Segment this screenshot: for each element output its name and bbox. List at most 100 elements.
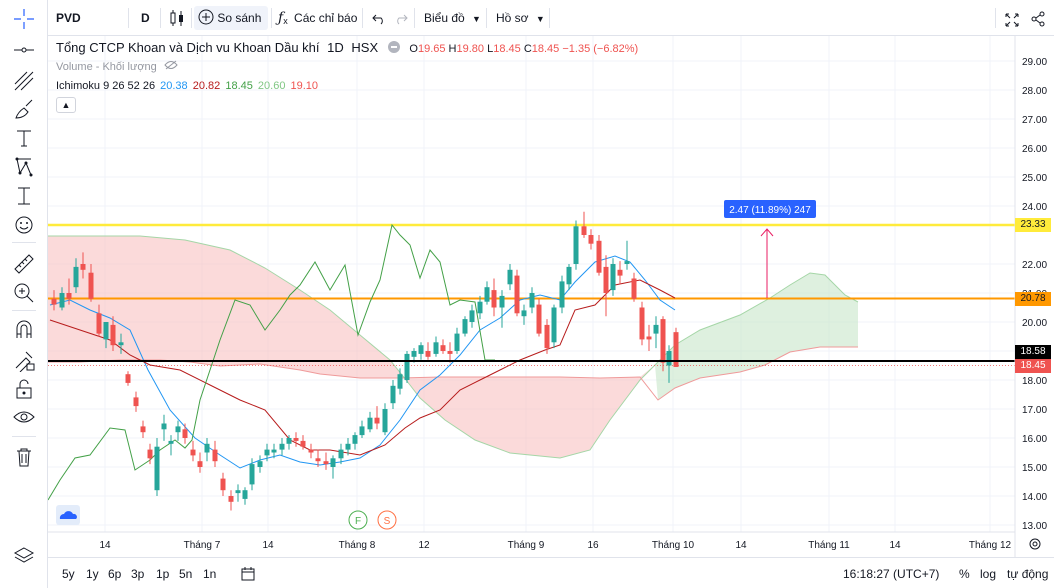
price-tick-label: 25.00 bbox=[1022, 173, 1047, 184]
candle bbox=[418, 342, 424, 360]
candle bbox=[440, 339, 446, 354]
candle bbox=[125, 371, 131, 386]
candle bbox=[491, 278, 497, 317]
compare-label: So sánh bbox=[217, 11, 262, 25]
candle bbox=[404, 351, 410, 383]
range-1p[interactable]: 1p bbox=[156, 565, 169, 583]
candle bbox=[359, 420, 365, 438]
time-axis: 14 Tháng 7 14 Tháng 8 12 Tháng 9 16 Tháng 10 14 T… bbox=[99, 540, 1011, 551]
lock-drawing-icon[interactable] bbox=[12, 348, 36, 372]
trash-icon[interactable] bbox=[12, 445, 36, 469]
crosshair-icon[interactable] bbox=[12, 7, 36, 31]
range-1y[interactable]: 1y bbox=[86, 565, 99, 583]
candle bbox=[161, 414, 167, 441]
log-toggle[interactable]: log bbox=[980, 565, 996, 583]
ichimoku-legend[interactable]: Ichimoku 9 26 52 26 20.38 20.82 18.45 20… bbox=[56, 80, 318, 92]
eye-hidden-icon[interactable] bbox=[164, 60, 178, 70]
symbol-search[interactable]: PVD bbox=[56, 6, 81, 30]
volume-legend[interactable]: Volume - Khối lượng bbox=[56, 60, 178, 73]
divider bbox=[414, 8, 415, 28]
magnet-icon[interactable] bbox=[12, 318, 36, 342]
price-chart[interactable]: 2.47 (11.89%) 247 F S 29.00 28.00 27.00 26.… bbox=[48, 36, 1054, 557]
cloud-bearish bbox=[48, 236, 655, 458]
senkou-b-value: 19.10 bbox=[290, 80, 319, 92]
undo-icon bbox=[372, 14, 383, 25]
legend-collapse-button[interactable]: ▲ bbox=[56, 97, 76, 113]
candle bbox=[242, 487, 248, 505]
compare-button[interactable]: So sánh bbox=[194, 6, 268, 30]
zoom-in-icon[interactable] bbox=[12, 281, 36, 305]
calendar-icon bbox=[241, 567, 255, 581]
candle bbox=[646, 324, 652, 351]
cloud-bullish bbox=[655, 273, 858, 400]
range-6p[interactable]: 6p bbox=[108, 565, 121, 583]
time-tick-label: 14 bbox=[99, 540, 111, 551]
share-icon bbox=[1031, 11, 1045, 27]
candle bbox=[447, 342, 453, 363]
horizontal-line-icon[interactable] bbox=[12, 38, 36, 62]
candle bbox=[190, 440, 196, 462]
price-tick-label: 22.00 bbox=[1022, 260, 1047, 271]
interval-button[interactable]: D bbox=[141, 6, 150, 30]
candle bbox=[454, 327, 460, 354]
profile-menu-label: Hồ sơ bbox=[496, 11, 529, 25]
candle bbox=[529, 287, 535, 314]
range-5n[interactable]: 5n bbox=[179, 565, 192, 583]
price-tick-label: 28.00 bbox=[1022, 86, 1047, 97]
candle bbox=[330, 455, 336, 479]
pitchfork-icon[interactable] bbox=[12, 69, 36, 93]
candle bbox=[293, 432, 299, 447]
candle bbox=[212, 440, 218, 467]
candle bbox=[536, 298, 542, 337]
chart-type-button[interactable] bbox=[168, 6, 186, 30]
text-icon[interactable] bbox=[12, 126, 36, 150]
go-to-date-button[interactable] bbox=[240, 565, 256, 583]
profile-menu-button[interactable]: Hồ sơ ▼ bbox=[496, 6, 545, 30]
candle bbox=[374, 406, 380, 430]
redo-button[interactable] bbox=[394, 6, 408, 30]
percent-toggle[interactable]: % bbox=[959, 565, 970, 583]
range-3p[interactable]: 3p bbox=[131, 565, 144, 583]
indicators-button[interactable]: ƒx Các chỉ báo bbox=[278, 6, 357, 30]
event-s-label: S bbox=[384, 516, 391, 527]
divider bbox=[12, 242, 36, 243]
eye-icon[interactable] bbox=[12, 405, 36, 429]
candle bbox=[639, 301, 645, 346]
candle bbox=[235, 484, 241, 502]
price-tag-yellow: 23.33 bbox=[1015, 218, 1051, 232]
auto-scale-toggle[interactable]: tự động bbox=[1007, 565, 1048, 583]
volume-label: Volume - Khối lượng bbox=[56, 61, 157, 73]
divider bbox=[486, 8, 487, 28]
price-tick-label: 24.00 bbox=[1022, 202, 1047, 213]
price-tag-orange: 20.78 bbox=[1015, 292, 1051, 306]
divider bbox=[549, 8, 550, 28]
emoji-icon[interactable] bbox=[12, 213, 36, 237]
candle bbox=[514, 269, 520, 317]
candle bbox=[433, 336, 439, 357]
fullscreen-button[interactable] bbox=[1004, 6, 1020, 30]
layers-icon[interactable] bbox=[12, 544, 36, 568]
add-circle-icon bbox=[198, 9, 214, 25]
measure-range-icon[interactable] bbox=[12, 184, 36, 208]
price-tick-label: 26.00 bbox=[1022, 144, 1047, 155]
share-button[interactable] bbox=[1030, 6, 1046, 30]
time-tick-label: Tháng 12 bbox=[969, 540, 1012, 551]
candle bbox=[367, 411, 373, 433]
ruler-icon[interactable] bbox=[12, 252, 36, 276]
candle bbox=[154, 438, 160, 496]
brush-icon[interactable] bbox=[12, 98, 36, 122]
tenkan-value: 20.38 bbox=[160, 80, 188, 92]
range-5y[interactable]: 5y bbox=[62, 565, 75, 583]
candle bbox=[624, 240, 630, 270]
collapse-dot-icon[interactable] bbox=[387, 41, 400, 53]
clock-readout[interactable]: 16:18:27 (UTC+7) bbox=[843, 565, 939, 583]
pattern-icon[interactable] bbox=[12, 155, 36, 179]
divider bbox=[271, 8, 272, 28]
unlock-icon[interactable] bbox=[12, 377, 36, 401]
time-tick-label: Tháng 11 bbox=[808, 540, 850, 551]
series-legend[interactable]: Tổng CTCP Khoan và Dịch vu Khoan Dầu khí… bbox=[56, 40, 638, 55]
chart-menu-button[interactable]: Biểu đồ ▼ bbox=[424, 6, 481, 30]
range-1n[interactable]: 1n bbox=[203, 565, 216, 583]
undo-button[interactable] bbox=[372, 6, 386, 30]
price-tag-last: 18.45 bbox=[1015, 359, 1051, 373]
